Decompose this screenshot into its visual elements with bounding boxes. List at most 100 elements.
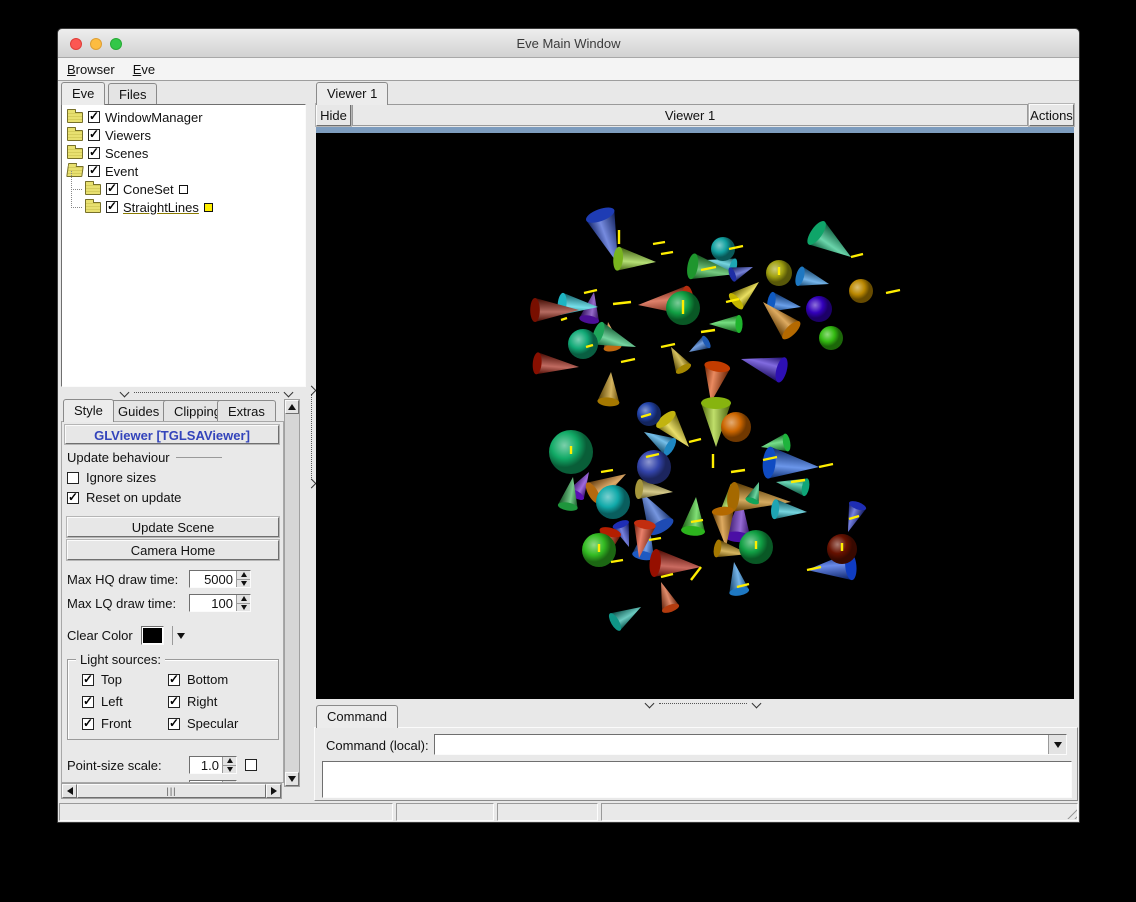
actions-button[interactable]: Actions — [1029, 104, 1074, 126]
clear-color-dropdown[interactable] — [172, 626, 188, 645]
cone — [681, 497, 705, 536]
light-specular[interactable]: ✓ Specular — [168, 716, 278, 731]
cone — [771, 499, 807, 520]
menu-browser[interactable]: Browser — [58, 60, 124, 79]
light-bottom-checkbox[interactable]: ✓ — [168, 672, 180, 686]
straight-line-segment — [818, 462, 834, 469]
tab-command[interactable]: Command — [316, 705, 398, 728]
reset-on-update-checkbox[interactable]: ✓ — [67, 490, 79, 504]
glviewer-header[interactable]: GLViewer [TGLSAViewer] — [65, 425, 279, 444]
panel-splitter[interactable] — [306, 82, 316, 800]
tree-item-event[interactable]: ✓ Event — [62, 162, 305, 180]
style-panel-horizontal-scrollbar[interactable]: ||| — [61, 783, 282, 799]
straight-line-segment — [620, 357, 636, 364]
tree-checkbox[interactable]: ✓ — [106, 181, 118, 195]
cone — [741, 357, 788, 383]
dropdown-arrow-icon — [176, 632, 185, 639]
tab-guides[interactable]: Guides — [107, 400, 171, 422]
style-panel-vertical-scrollbar[interactable] — [284, 399, 300, 787]
cone — [776, 478, 810, 497]
scroll-up-button[interactable] — [285, 400, 299, 414]
clear-color-label: Clear Color — [67, 628, 133, 643]
point-size-spinner[interactable]: 1.0 — [189, 756, 237, 774]
combo-dropdown-button[interactable] — [1048, 735, 1066, 754]
update-scene-button[interactable]: Update Scene — [67, 517, 279, 537]
spin-down-icon[interactable] — [223, 766, 236, 774]
straightlines-color-marker[interactable] — [203, 202, 213, 212]
spin-up-icon[interactable] — [237, 595, 250, 604]
light-right-checkbox[interactable]: ✓ — [168, 694, 180, 708]
tree-item-viewers[interactable]: ✓ Viewers — [62, 126, 305, 144]
scroll-down-button[interactable] — [285, 772, 299, 786]
coneset-color-marker[interactable] — [178, 184, 188, 194]
ignore-sizes-checkbox[interactable] — [67, 471, 79, 484]
tree-splitter[interactable] — [61, 387, 306, 397]
folder-icon — [67, 108, 83, 123]
light-specular-checkbox[interactable]: ✓ — [168, 716, 180, 730]
spin-up-icon[interactable] — [223, 757, 236, 766]
light-front[interactable]: ✓ Front — [82, 716, 168, 731]
splitter-chevron-icon — [283, 387, 294, 397]
tree-checkbox[interactable]: ✓ — [88, 145, 100, 159]
camera-home-button[interactable]: Camera Home — [67, 540, 279, 560]
max-lq-spinner[interactable]: 100 — [189, 594, 251, 612]
command-output[interactable] — [322, 761, 1072, 798]
splitter-chevron-icon — [306, 385, 316, 396]
light-left[interactable]: ✓ Left — [82, 694, 168, 709]
cone-disc — [806, 296, 832, 322]
straight-line-segment — [652, 240, 666, 246]
max-hq-value[interactable]: 5000 — [190, 571, 236, 587]
gl-viewport[interactable] — [316, 133, 1074, 699]
scroll-left-button[interactable] — [62, 784, 77, 798]
tree-item-scenes[interactable]: ✓ Scenes — [62, 144, 305, 162]
light-bottom[interactable]: ✓ Bottom — [168, 672, 278, 687]
cone — [661, 582, 680, 613]
tree-checkbox[interactable]: ✓ — [88, 127, 100, 141]
command-combobox[interactable] — [434, 734, 1067, 755]
spin-down-icon[interactable] — [237, 604, 250, 612]
tree-item-coneset[interactable]: ✓ ConeSet — [62, 171, 305, 198]
light-top[interactable]: ✓ Top — [82, 672, 168, 687]
max-hq-spinner[interactable]: 5000 — [189, 570, 251, 588]
light-top-checkbox[interactable]: ✓ — [82, 672, 94, 686]
spin-up-icon[interactable] — [237, 571, 250, 580]
tab-files[interactable]: Files — [108, 83, 158, 105]
folder-icon — [67, 144, 83, 159]
tree-checkbox[interactable]: ✓ — [106, 199, 118, 213]
cone — [671, 347, 692, 374]
gl-canvas[interactable] — [316, 133, 1074, 699]
tab-style[interactable]: Style — [63, 399, 114, 422]
tree-checkbox[interactable]: ✓ — [88, 109, 100, 123]
tab-extras[interactable]: Extras — [217, 400, 276, 422]
clear-color-swatch[interactable] — [141, 626, 164, 645]
light-right[interactable]: ✓ Right — [168, 694, 278, 709]
light-left-checkbox[interactable]: ✓ — [82, 694, 94, 708]
straight-line-segment — [688, 437, 702, 444]
scroll-right-button[interactable] — [266, 784, 281, 798]
point-size-checkbox[interactable] — [245, 759, 257, 771]
spin-down-icon[interactable] — [237, 580, 250, 588]
tab-eve[interactable]: Eve — [61, 82, 106, 105]
hide-button[interactable]: Hide — [316, 104, 351, 126]
tree-checkbox[interactable]: ✓ — [88, 163, 100, 177]
viewer-title: Viewer 1 — [352, 104, 1028, 126]
command-input[interactable] — [435, 735, 1048, 754]
light-label: Bottom — [187, 672, 229, 687]
cone — [807, 221, 851, 257]
tab-viewer-1[interactable]: Viewer 1 — [316, 82, 389, 105]
tree-item-windowmanager[interactable]: ✓ WindowManager — [62, 108, 305, 126]
viewer-splitter[interactable] — [316, 698, 1074, 708]
max-lq-value[interactable]: 100 — [190, 595, 236, 611]
reset-on-update-row[interactable]: ✓ Reset on update — [67, 490, 279, 505]
tree-item-straightlines[interactable]: ✓ StraightLines — [62, 189, 305, 216]
ignore-sizes-row[interactable]: Ignore sizes — [67, 470, 279, 485]
cone — [762, 446, 819, 479]
title-bar[interactable]: Eve Main Window — [58, 29, 1079, 58]
window-title: Eve Main Window — [516, 36, 621, 51]
light-front-checkbox[interactable]: ✓ — [82, 716, 94, 730]
cone-disc — [596, 485, 630, 519]
max-hq-row: Max HQ draw time: 5000 — [67, 570, 279, 588]
menu-eve[interactable]: Eve — [124, 60, 164, 79]
point-size-value[interactable]: 1.0 — [190, 757, 222, 773]
scrollbar-thumb[interactable]: ||| — [77, 784, 266, 798]
